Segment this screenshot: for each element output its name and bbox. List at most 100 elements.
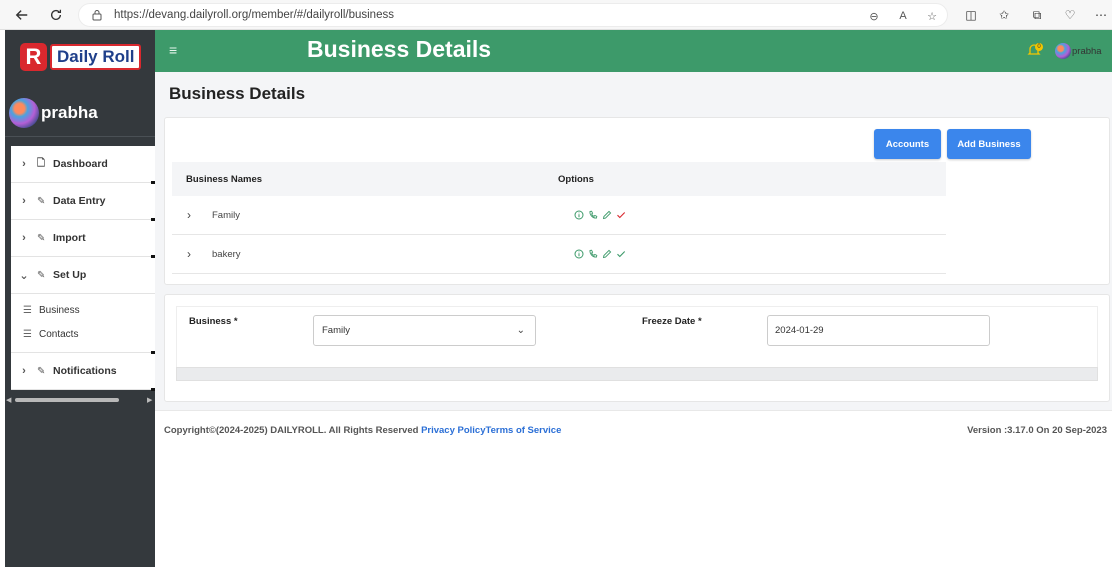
check-icon[interactable]	[615, 210, 626, 221]
scroll-left-icon[interactable]: ◀	[6, 396, 11, 404]
freeze-date-label: Freeze Date *	[642, 316, 702, 327]
expand-row-icon[interactable]: ›	[172, 247, 202, 261]
form-footer-bar	[176, 367, 1098, 381]
chevron-right-icon: ›	[22, 365, 26, 377]
sidebar-user[interactable]: prabha	[9, 97, 98, 129]
sidebar-item-label: Set Up	[53, 269, 87, 281]
sidebar-item-import[interactable]: › ✎ Import	[11, 220, 157, 258]
lock-icon	[92, 10, 102, 21]
pencil-icon: ✎	[37, 365, 46, 377]
phone-icon[interactable]	[587, 210, 598, 221]
info-icon[interactable]	[573, 210, 584, 221]
chevron-right-icon: ›	[22, 158, 26, 170]
sidebar-subitem-business[interactable]: ☰ Business	[11, 298, 155, 322]
sidebar-item-notifications[interactable]: › ✎ Notifications	[11, 353, 157, 391]
header-username: prabha	[1072, 45, 1102, 57]
subitem-label: Business	[39, 304, 80, 316]
edit-pencil-icon[interactable]	[601, 210, 612, 221]
notification-badge: 0	[1035, 43, 1043, 51]
sidebar-item-label: Notifications	[53, 365, 117, 377]
sidebar-divider	[5, 136, 155, 137]
business-select-value: Family	[322, 325, 350, 336]
expand-row-icon[interactable]: ›	[172, 208, 202, 222]
business-table: Business Names Options › Family › bakery	[172, 162, 946, 274]
logo-mark: R	[20, 43, 47, 71]
table-row: › bakery	[172, 235, 946, 274]
hamburger-menu-icon[interactable]: ≡	[169, 42, 177, 58]
footer-version: Version :3.17.0 On 20 Sep-2023	[967, 425, 1107, 436]
avatar	[1055, 43, 1071, 59]
avatar	[9, 98, 39, 128]
sidebar-item-setup[interactable]: ⌄ ✎ Set Up	[11, 257, 155, 294]
extensions-icon[interactable]: ♡	[1061, 6, 1079, 24]
collections-icon[interactable]: ⧉	[1028, 6, 1046, 24]
table-header: Business Names Options	[172, 162, 946, 196]
app-header: ≡ Business Details 0 prabha	[155, 30, 1112, 72]
scrollbar-thumb[interactable]	[15, 398, 119, 402]
terms-of-service-link[interactable]: Terms of Service	[486, 425, 562, 436]
zoom-icon[interactable]: ⊖	[866, 8, 882, 24]
accounts-button[interactable]: Accounts	[874, 129, 941, 159]
sidebar-subitem-contacts[interactable]: ☰ Contacts	[11, 322, 155, 346]
info-icon[interactable]	[573, 249, 584, 260]
privacy-policy-link[interactable]: Privacy Policy	[421, 425, 485, 436]
document-icon: 🗋	[37, 157, 46, 169]
url-text: https://devang.dailyroll.org/member/#/da…	[114, 9, 394, 21]
check-icon[interactable]	[615, 249, 626, 260]
page-title: Business Details	[169, 84, 306, 103]
address-bar[interactable]: https://devang.dailyroll.org/member/#/da…	[78, 3, 948, 27]
read-aloud-icon[interactable]: A	[895, 8, 911, 24]
business-form: Business * Family ⌄ Freeze Date * 2024-0…	[176, 306, 1098, 367]
business-name-cell: bakery	[212, 248, 241, 260]
split-screen-icon[interactable]: ◫	[962, 6, 980, 24]
business-select[interactable]: Family ⌄	[313, 315, 536, 346]
browser-toolbar: https://devang.dailyroll.org/member/#/da…	[0, 0, 1112, 30]
business-list-card: Accounts Add Business Business Names Opt…	[164, 117, 1110, 285]
favorites-icon[interactable]: ✩	[995, 6, 1013, 24]
sidebar-item-dashboard[interactable]: › 🗋 Dashboard	[11, 146, 157, 184]
pencil-icon: ✎	[37, 195, 46, 207]
app-logo[interactable]: R Daily Roll	[20, 41, 142, 73]
freeze-date-value: 2024-01-29	[775, 325, 824, 336]
sidebar-scrollbar[interactable]: ◀ ▶	[5, 395, 155, 405]
page-footer: Copyright©(2024-2025) DAILYROLL. All Rig…	[155, 410, 1112, 450]
sidebar-item-data-entry[interactable]: › ✎ Data Entry	[11, 183, 157, 221]
sidebar-username: prabha	[41, 103, 98, 122]
setup-submenu: ☰ Business ☰ Contacts	[11, 294, 157, 354]
edit-pencil-icon[interactable]	[601, 249, 612, 260]
scroll-right-icon[interactable]: ▶	[147, 396, 152, 404]
row-options	[573, 210, 626, 221]
copyright-text: Copyright©(2024-2025) DAILYROLL. All Rig…	[164, 425, 419, 436]
phone-icon[interactable]	[587, 249, 598, 260]
sidebar-item-label: Data Entry	[53, 195, 106, 207]
business-field-label: Business *	[189, 316, 238, 327]
table-row: › Family	[172, 196, 946, 235]
pencil-icon: ✎	[37, 232, 46, 244]
add-business-button[interactable]: Add Business	[947, 129, 1031, 159]
freeze-date-input[interactable]: 2024-01-29	[767, 315, 990, 346]
sidebar-item-label: Dashboard	[53, 158, 108, 170]
chevron-down-icon: ⌄	[19, 269, 29, 282]
more-menu-icon[interactable]: ⋯	[1092, 6, 1110, 24]
header-title: Business Details	[307, 36, 492, 62]
sidebar-menu: › 🗋 Dashboard › ✎ Data Entry › ✎ Import …	[11, 146, 157, 391]
column-header-options: Options	[558, 173, 594, 185]
pencil-icon: ✎	[37, 269, 46, 281]
column-header-business-names: Business Names	[186, 173, 263, 185]
list-icon: ☰	[23, 328, 32, 340]
chevron-down-icon: ⌄	[516, 325, 525, 336]
business-form-card: Business * Family ⌄ Freeze Date * 2024-0…	[164, 294, 1110, 402]
header-user-menu[interactable]: prabha	[1055, 43, 1102, 59]
reload-icon[interactable]	[46, 5, 66, 25]
back-icon[interactable]	[12, 5, 32, 25]
sidebar-item-label: Import	[53, 232, 86, 244]
favorite-star-icon[interactable]: ☆	[924, 8, 940, 24]
sidebar: R Daily Roll prabha › 🗋 Dashboard › ✎ Da…	[5, 30, 157, 567]
main-content: Business Details Accounts Add Business B…	[155, 72, 1112, 410]
footer-copyright: Copyright©(2024-2025) DAILYROLL. All Rig…	[164, 425, 561, 436]
row-options	[573, 249, 626, 260]
chevron-right-icon: ›	[22, 232, 26, 244]
chevron-right-icon: ›	[22, 195, 26, 207]
logo-text: Daily Roll	[50, 44, 142, 70]
business-name-cell: Family	[212, 209, 240, 221]
